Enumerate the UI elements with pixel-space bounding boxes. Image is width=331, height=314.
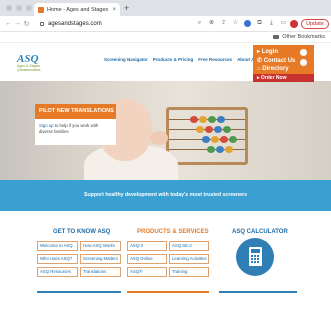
contact-link[interactable]: ✆ Contact Us [257, 57, 295, 64]
abacus-bead [207, 146, 215, 153]
address-toolbar: ← → ↻ agesandstages.com ⌕ ⊕ ⇪ ☆ ⧉ ⤓ ▭ Up… [0, 16, 331, 32]
nav-free-resources[interactable]: Free Resources [198, 57, 232, 62]
twitter-icon[interactable] [300, 59, 307, 66]
reload-icon[interactable]: ↻ [22, 20, 31, 28]
order-now-button[interactable]: ▸ Order Now [253, 74, 314, 82]
products-services-title: PRODUCTS & SERVICES [137, 229, 209, 235]
link-asq-registered[interactable]: ASQ® [127, 267, 167, 277]
profile-avatar[interactable] [290, 20, 298, 28]
extension-icon[interactable] [244, 20, 251, 27]
calculator-screen-icon [251, 249, 260, 253]
link-who-uses-asq[interactable]: Who Uses ASQ? [37, 254, 78, 264]
asq-logo[interactable]: ASQ Ages & Stages Questionnaires [17, 54, 43, 76]
close-tab-icon[interactable]: × [112, 7, 116, 13]
abacus-bead [214, 126, 222, 133]
nav-products-pricing[interactable]: Products & Pricing [153, 57, 194, 62]
browser-tab-bar: Home - Ages and Stages × + [0, 0, 331, 16]
browser-tab[interactable]: Home - Ages and Stages × [34, 3, 120, 16]
share-icon[interactable]: ⇪ [220, 20, 227, 27]
know-asq-title: GET TO KNOW ASQ [53, 229, 111, 235]
know-asq-underline [37, 291, 121, 293]
star-icon[interactable]: ☆ [232, 20, 239, 27]
directory-link[interactable]: ⌂ Directory [257, 66, 289, 72]
calculator-keys-icon [251, 255, 260, 263]
directory-label: Directory [262, 66, 289, 72]
baby-hand [150, 131, 168, 145]
facebook-icon[interactable] [300, 49, 307, 56]
contact-label: Contact Us [263, 58, 296, 64]
download-icon[interactable]: ⤓ [268, 20, 275, 27]
abacus-bead [217, 116, 225, 123]
abacus-bead [216, 146, 224, 153]
tab-title: Home - Ages and Stages [47, 6, 109, 13]
link-learning-activities[interactable]: Learning Activities [169, 254, 209, 264]
products-underline [127, 291, 209, 293]
back-icon[interactable]: ← [4, 20, 13, 27]
zoom-icon[interactable]: ⊕ [208, 20, 215, 27]
folder-icon [273, 35, 280, 39]
abacus-bead [205, 126, 213, 133]
toolbar-icons: ⌕ ⊕ ⇪ ☆ ⧉ ⤓ ▭ [196, 20, 287, 27]
link-training[interactable]: Training [169, 267, 209, 277]
link-asq-se-2[interactable]: ASQ:SE-2 [169, 241, 209, 251]
link-asq-3[interactable]: ASQ-3 [127, 241, 167, 251]
abacus-bead [208, 116, 216, 123]
link-asq-resources[interactable]: ASQ Resources [37, 267, 78, 277]
signup-link[interactable]: Sign up [39, 123, 54, 128]
nav-screening-navigator[interactable]: Screening Navigator [104, 57, 148, 62]
lock-icon [40, 22, 44, 26]
link-screening-matters[interactable]: Screening Matters [80, 254, 121, 264]
sidebar-icon[interactable]: ▭ [280, 20, 287, 27]
other-bookmarks-label: Other Bookmarks [282, 34, 325, 40]
tagline-banner: Support healthy development with today's… [0, 180, 331, 211]
abacus-bead [223, 126, 231, 133]
calculator-title: ASQ CALCULATOR [232, 229, 288, 235]
login-label: Login [261, 49, 279, 55]
link-welcome-to-asq[interactable]: Welcome to ASQ [37, 241, 78, 251]
order-now-label: Order Now [260, 75, 287, 81]
logo-text: ASQ [17, 53, 39, 65]
url-text: agesandstages.com [48, 21, 102, 27]
promo-text: Sign up to help if you work with diverse… [35, 119, 116, 145]
forward-icon[interactable]: → [13, 20, 22, 27]
puzzle-icon[interactable]: ⧉ [256, 20, 263, 27]
window-controls[interactable] [6, 5, 32, 11]
abacus-bead [196, 126, 204, 133]
calculator-underline [219, 291, 297, 293]
site-favicon-icon [38, 6, 44, 13]
url-bar[interactable]: agesandstages.com [40, 19, 210, 29]
logo-tagline: Ages & Stages Questionnaires [17, 64, 41, 72]
login-link[interactable]: ▸ Login [257, 48, 278, 55]
abacus-wire [169, 119, 245, 120]
abacus-bead [211, 136, 219, 143]
link-how-asq-works[interactable]: How ASQ Works [80, 241, 121, 251]
abacus-bead [220, 136, 228, 143]
promo-title: PILOT NEW TRANSLATIONS [35, 104, 116, 119]
bookmarks-bar: Other Bookmarks [0, 32, 331, 43]
abacus-bead [190, 116, 198, 123]
search-icon[interactable]: ⌕ [196, 20, 203, 27]
link-translations[interactable]: Translations [80, 267, 121, 277]
abacus-bead [202, 136, 210, 143]
other-bookmarks[interactable]: Other Bookmarks [273, 34, 325, 40]
new-tab-button[interactable]: + [124, 3, 129, 13]
abacus-bead [225, 146, 233, 153]
link-asq-online[interactable]: ASQ Online [127, 254, 167, 264]
abacus-bead [199, 116, 207, 123]
update-button[interactable]: Update [301, 19, 329, 29]
abacus-bead [229, 136, 237, 143]
